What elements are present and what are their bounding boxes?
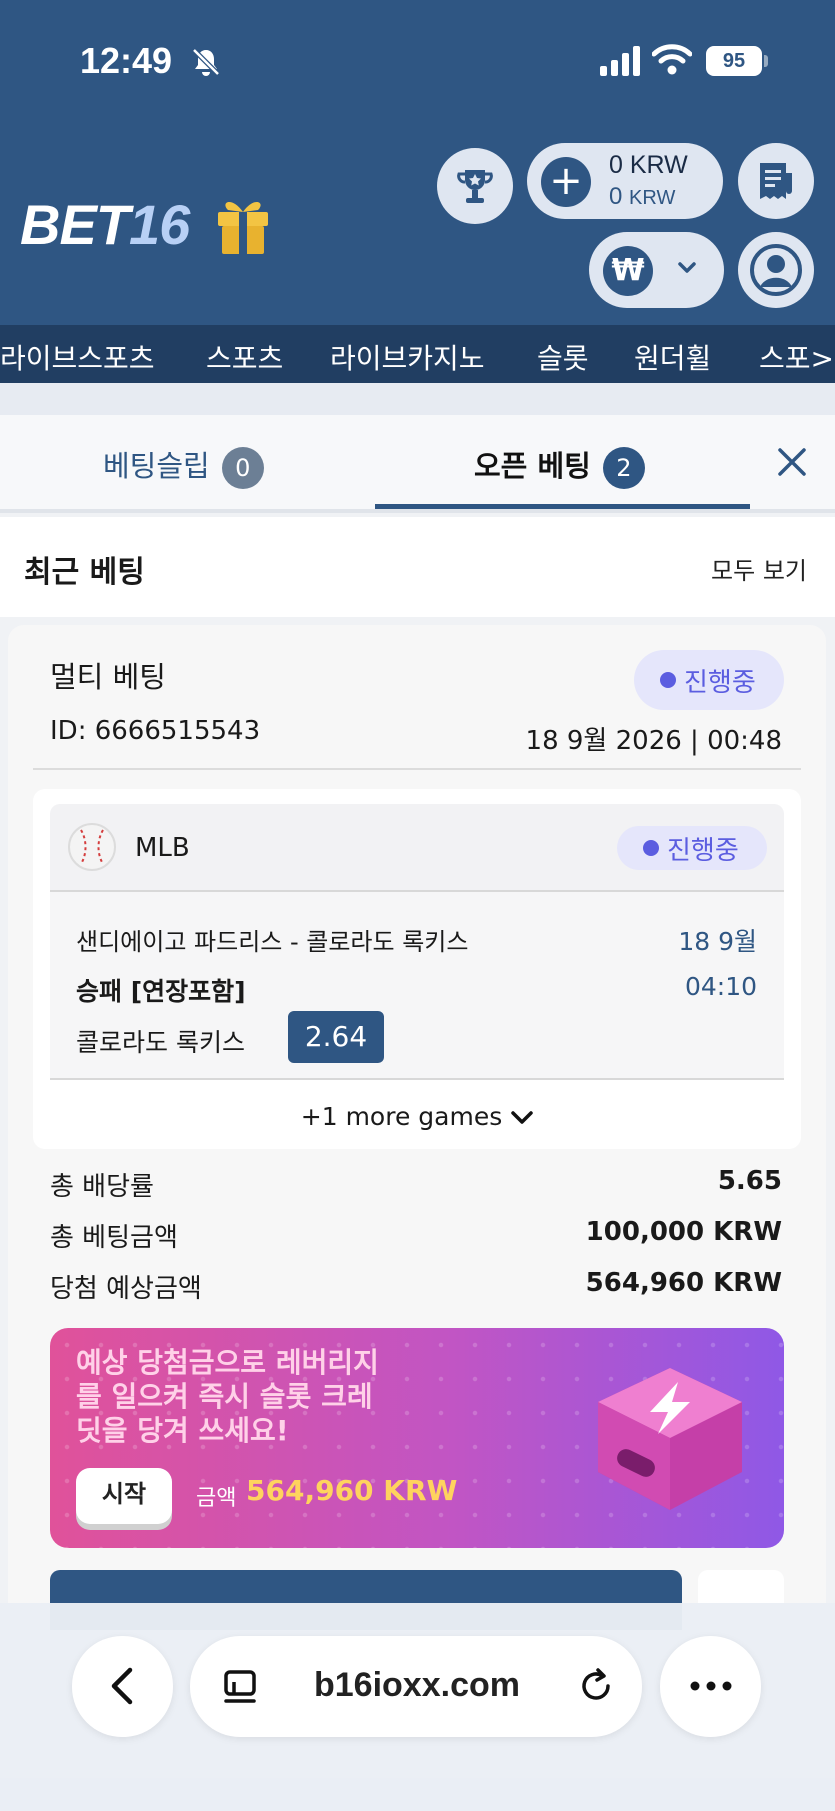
bet-type: 멀티 베팅	[50, 660, 166, 694]
game-status-dot	[643, 840, 659, 856]
balance-main: 0 KRW	[609, 151, 688, 179]
nav-item-slots[interactable]: 슬롯	[537, 337, 589, 377]
tab-betslip[interactable]: 베팅슬립 0	[103, 443, 264, 489]
divider	[33, 768, 801, 770]
potential-win-value: 564,960 KRW	[585, 1268, 782, 1298]
status-text: 진행중	[684, 667, 756, 698]
promo-text: 예상 당첨금으로 레버리지 를 일으켜 즉시 슬롯 크레 딧을 당겨 쓰세요!	[76, 1346, 396, 1448]
betslip-count-badge: 0	[221, 447, 264, 489]
nav-item-live-sports[interactable]: 라이브스포츠	[0, 337, 155, 377]
tab-betslip-label: 베팅슬립	[103, 449, 210, 483]
site-logo[interactable]: BET16	[20, 192, 190, 257]
status-dot	[660, 672, 676, 688]
promo-line-2: 를 일으켜 즉시 슬롯 크레	[76, 1380, 373, 1413]
active-tab-indicator	[375, 504, 750, 509]
profile-button[interactable]	[738, 232, 814, 308]
more-icon	[690, 1681, 732, 1691]
receipt-icon	[760, 163, 792, 199]
chevron-down-icon	[678, 262, 696, 273]
potential-win-label: 당첨 예상금액	[50, 1274, 202, 1304]
total-odds-value: 5.65	[717, 1166, 782, 1196]
bell-slash-icon	[192, 48, 220, 76]
wifi-icon	[652, 44, 692, 75]
tabs-icon[interactable]	[222, 1668, 262, 1708]
reload-icon[interactable]	[576, 1666, 616, 1706]
odds-value: 2.64	[288, 1011, 384, 1063]
more-games-toggle[interactable]: +1 more games	[0, 1102, 835, 1131]
game-status-text: 진행중	[667, 835, 739, 866]
total-stake-label: 총 베팅금액	[50, 1223, 178, 1253]
battery-tip	[764, 55, 768, 67]
main-nav: 라이브스포츠 스포츠 라이브카지노 슬롯 원더휠 스포>	[0, 325, 835, 383]
promo-start-button[interactable]: 시작	[76, 1468, 172, 1524]
recent-bets-header: 최근 베팅 모두 보기	[0, 517, 835, 617]
gift-icon[interactable]	[214, 190, 272, 256]
status-badge: 진행중	[634, 650, 784, 710]
tab-open-bets-label: 오픈 베팅	[474, 449, 591, 483]
balance-sub: 0 KRW	[609, 183, 675, 211]
won-icon: ₩	[603, 246, 653, 296]
league-name: MLB	[135, 833, 190, 863]
market-name: 승패 [연장포함]	[76, 977, 246, 1006]
user-icon	[750, 244, 802, 296]
trophy-icon	[457, 170, 493, 203]
balance-widget[interactable]: + 0 KRW 0 KRW	[527, 143, 723, 219]
bet-datetime: 18 9월 2026 | 00:48	[525, 726, 782, 756]
signal-icon	[600, 46, 640, 76]
baseball-icon	[68, 823, 116, 871]
status-time: 12:49	[80, 40, 173, 81]
battery-indicator: 95	[706, 46, 762, 76]
nav-item-live-casino[interactable]: 라이브카지노	[330, 337, 485, 377]
promo-line-1: 예상 당첨금으로 레버리지	[76, 1346, 379, 1379]
tab-open-bets[interactable]: 오픈 베팅 2	[474, 443, 645, 489]
total-odds-label: 총 배당률	[50, 1172, 154, 1202]
trophy-button[interactable]	[437, 148, 513, 224]
open-bets-count-badge: 2	[602, 447, 645, 489]
promo-amount: 564,960 KRW	[246, 1474, 458, 1507]
more-games-label: +1 more games	[300, 1102, 503, 1131]
selection-name: 콜로라도 록키스	[76, 1028, 245, 1057]
chevron-left-icon	[111, 1667, 133, 1705]
bet-id: ID: 6666515543	[50, 716, 261, 746]
nav-item-sports[interactable]: 스포츠	[206, 337, 283, 377]
logo-text: BET	[20, 193, 130, 256]
view-all-link[interactable]: 모두 보기	[711, 551, 807, 586]
chevron-down-icon	[511, 1111, 533, 1124]
bet-tabs: 베팅슬립 0 오픈 베팅 2	[0, 415, 835, 513]
spacer	[0, 383, 835, 415]
promo-amount-label: 금액	[196, 1486, 237, 1511]
betslip-button[interactable]	[738, 143, 814, 219]
recent-bets-title: 최근 베팅	[24, 555, 145, 590]
match-name: 샌디에이고 파드리스 - 콜로라도 록키스	[76, 928, 469, 956]
url-text[interactable]: b16ioxx.com	[314, 1666, 520, 1705]
match-date: 18 9월	[678, 927, 757, 956]
currency-selector[interactable]: ₩	[589, 232, 724, 308]
logo-number: 16	[129, 193, 190, 256]
nav-item-more[interactable]: 스포>	[759, 337, 834, 377]
deposit-plus-icon[interactable]: +	[541, 157, 591, 207]
game-status-badge: 진행중	[617, 826, 767, 870]
lightning-cube-icon	[598, 1368, 742, 1510]
promo-line-3: 딧을 당겨 쓰세요!	[76, 1414, 289, 1447]
close-icon[interactable]	[774, 444, 810, 480]
match-time: 04:10	[684, 972, 757, 1001]
balance-sub-value: 0	[609, 183, 623, 210]
total-stake-value: 100,000 KRW	[585, 1217, 782, 1247]
nav-item-wonder-wheel[interactable]: 원더휠	[634, 337, 711, 377]
balance-sub-unit: KRW	[629, 187, 676, 209]
leverage-promo-banner: 예상 당첨금으로 레버리지 를 일으켜 즉시 슬롯 크레 딧을 당겨 쓰세요! …	[50, 1328, 784, 1548]
